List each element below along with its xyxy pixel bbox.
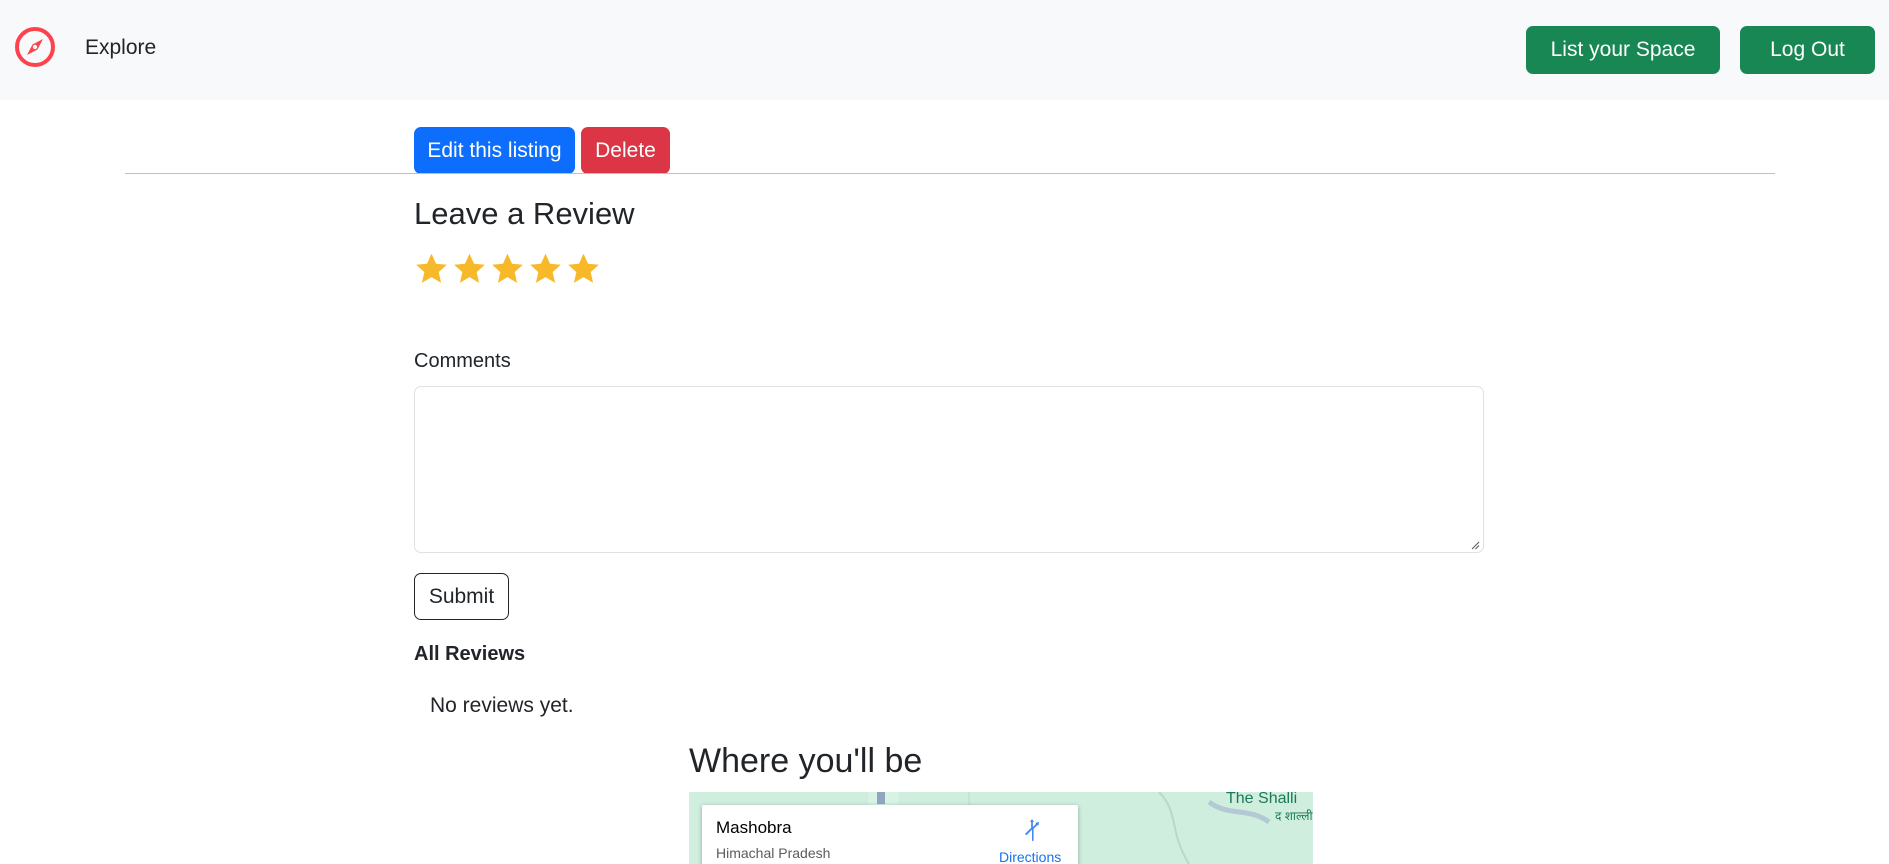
star-icon[interactable]	[528, 250, 563, 288]
place-name: Mashobra	[716, 818, 792, 837]
comments-label: Comments	[414, 350, 511, 372]
star-icon[interactable]	[566, 250, 601, 288]
log-out-button[interactable]: Log Out	[1740, 26, 1875, 74]
star-icon[interactable]	[490, 250, 525, 288]
edit-listing-button[interactable]: Edit this listing	[414, 127, 575, 174]
star-icon[interactable]	[452, 250, 487, 288]
star-icon[interactable]	[414, 250, 449, 288]
all-reviews-heading: All Reviews	[414, 643, 526, 665]
section-divider	[125, 173, 1775, 174]
directions-link[interactable]: Directions	[999, 849, 1061, 864]
navbar: Explore List your Space Log Out	[0, 0, 1889, 100]
resize-grip-icon[interactable]	[1470, 540, 1480, 550]
delete-listing-button[interactable]: Delete	[581, 127, 670, 174]
directions-icon[interactable]	[1019, 817, 1045, 843]
map-place-label: The Shalli	[1226, 792, 1298, 807]
no-reviews-text: No reviews yet.	[430, 694, 574, 717]
comments-textarea[interactable]	[414, 386, 1484, 553]
compass-icon[interactable]	[14, 26, 56, 68]
place-card: Mashobra Himachal Pradesh Directions	[702, 805, 1078, 864]
map[interactable]: Mashobra Himachal Pradesh Directions The…	[689, 792, 1313, 864]
location-heading: Where you'll be	[689, 742, 923, 780]
submit-review-button[interactable]: Submit	[414, 573, 509, 620]
review-heading: Leave a Review	[414, 196, 635, 231]
map-place-label-local: द शाल्ली	[1275, 809, 1313, 823]
star-rating[interactable]	[414, 250, 601, 288]
nav-explore-link[interactable]: Explore	[85, 36, 156, 60]
place-region: Himachal Pradesh	[716, 845, 831, 861]
list-your-space-button[interactable]: List your Space	[1526, 26, 1720, 74]
